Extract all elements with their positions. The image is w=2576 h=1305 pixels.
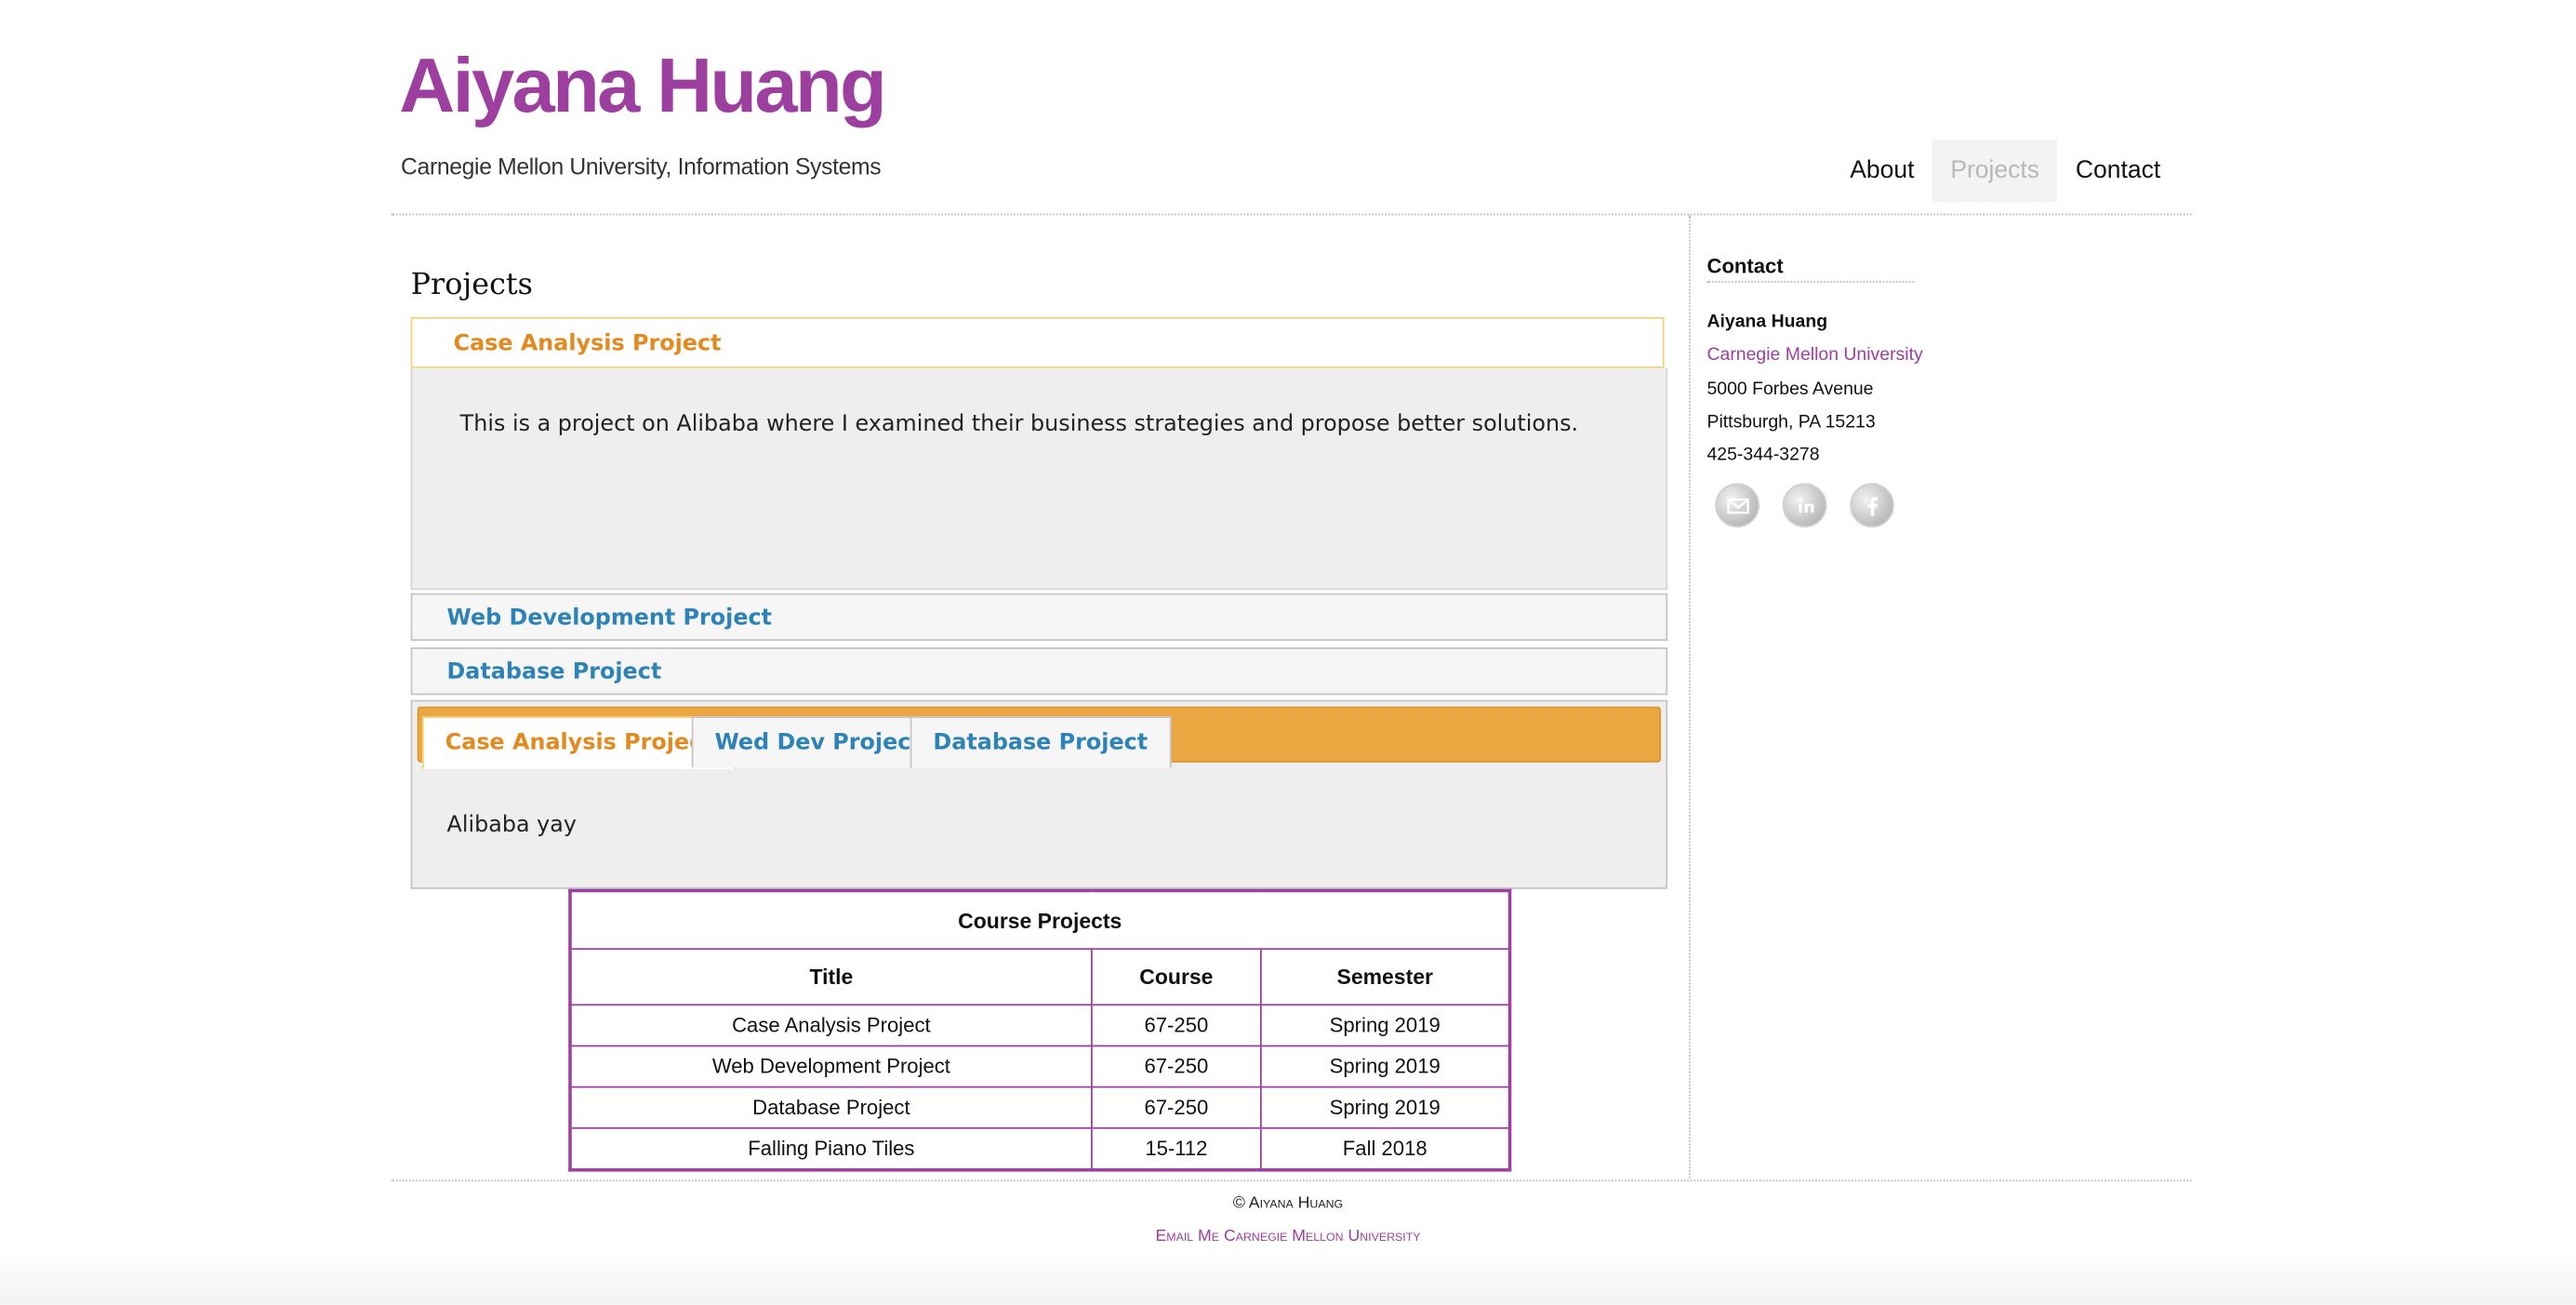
column-header-course: Course: [1091, 948, 1262, 1006]
cell-title: Web Development Project: [569, 1045, 1093, 1088]
course-projects-table: Course Projects Title Course Semester Ca…: [568, 888, 1512, 1172]
accordion-panel-text: This is a project on Alibaba where I exa…: [459, 410, 1579, 437]
header-divider: [391, 213, 2192, 216]
cell-course: 67-250: [1091, 1045, 1262, 1088]
table-row: Web Development Project 67-250 Spring 20…: [569, 1045, 1511, 1088]
linkedin-icon[interactable]: [1782, 483, 1827, 528]
accordion-panel: This is a project on Alibaba where I exa…: [410, 367, 1668, 591]
cell-title: Falling Piano Tiles: [569, 1126, 1093, 1171]
cell-course: 67-250: [1091, 1085, 1262, 1129]
cell-semester: Fall 2018: [1259, 1126, 1511, 1171]
column-header-semester: Semester: [1259, 948, 1511, 1006]
table-row: Case Analysis Project 67-250 Spring 2019: [569, 1004, 1511, 1047]
contact-address-line1: 5000 Forbes Avenue: [1706, 380, 1874, 400]
site-tagline: Carnegie Mellon University, Information …: [401, 153, 882, 180]
tab-content: Alibaba yay: [446, 811, 578, 838]
table-row: Falling Piano Tiles 15-112 Fall 2018: [569, 1126, 1511, 1171]
table-row: Database Project 67-250 Spring 2019: [569, 1085, 1511, 1129]
tab-bar: Case Analysis Project Wed Dev Project Da…: [417, 706, 1662, 769]
project-tabs: Case Analysis Project Wed Dev Project Da…: [410, 699, 1668, 889]
footer-divider: [391, 1179, 2192, 1182]
contact-name: Aiyana Huang: [1706, 312, 1828, 332]
tab-web-dev[interactable]: Wed Dev Project: [691, 716, 945, 768]
contact-phone: 425-344-3278: [1706, 445, 1820, 465]
cell-semester: Spring 2019: [1259, 1004, 1511, 1047]
nav-projects[interactable]: Projects: [1932, 140, 2058, 203]
footer-copyright: © Aiyana Huang: [1232, 1194, 1344, 1213]
cell-course: 15-112: [1091, 1126, 1262, 1171]
site-title: Aiyana Huang: [399, 41, 887, 128]
sidebar-title: Contact: [1706, 255, 1915, 283]
accordion-header-case-analysis[interactable]: Case Analysis Project: [410, 316, 1665, 368]
cell-semester: Spring 2019: [1259, 1045, 1511, 1088]
cell-title: Database Project: [569, 1085, 1093, 1129]
cell-course: 67-250: [1091, 1004, 1262, 1047]
footer-email-link[interactable]: Email Me: [1155, 1228, 1219, 1245]
tab-case-analysis[interactable]: Case Analysis Project: [422, 716, 737, 769]
main-nav: About Projects Contact: [1832, 140, 2179, 203]
tab-database[interactable]: Database Project: [910, 716, 1171, 768]
nav-about[interactable]: About: [1832, 140, 1932, 202]
accordion-header-web-development[interactable]: Web Development Project: [410, 593, 1668, 641]
table-caption: Course Projects: [569, 889, 1511, 951]
nav-contact[interactable]: Contact: [2057, 140, 2178, 202]
accordion-header-database[interactable]: Database Project: [410, 647, 1668, 696]
footer-links: Email Me Carnegie Mellon University: [0, 1228, 2576, 1245]
page-bottom-shade: [0, 1248, 2576, 1305]
contact-address-line2: Pittsburgh, PA 15213: [1706, 412, 1876, 433]
page-heading: Projects: [410, 267, 533, 303]
cell-title: Case Analysis Project: [569, 1004, 1093, 1047]
footer-university-link[interactable]: Carnegie Mellon University: [1224, 1228, 1421, 1245]
sidebar-divider: [1689, 215, 1691, 1178]
email-icon[interactable]: [1715, 483, 1760, 528]
column-header-title: Title: [569, 948, 1093, 1006]
contact-university-link[interactable]: Carnegie Mellon University: [1706, 345, 1922, 365]
cell-semester: Spring 2019: [1259, 1085, 1511, 1129]
facebook-icon[interactable]: [1850, 483, 1894, 528]
